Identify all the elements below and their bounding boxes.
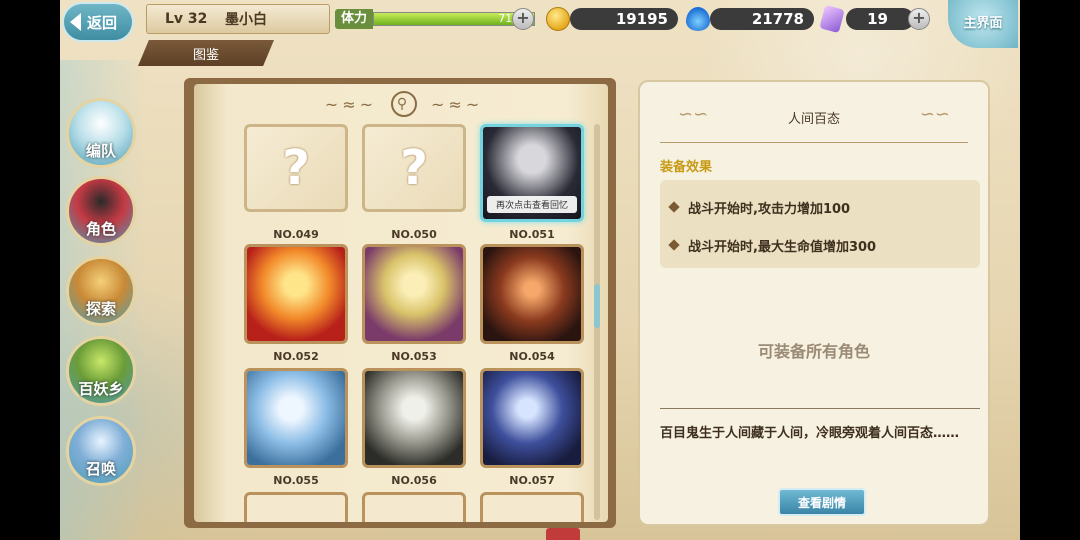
- card-049[interactable]: ?: [244, 124, 348, 212]
- card-number: NO.057: [509, 474, 555, 487]
- effect-item: 战斗开始时,攻击力增加100: [668, 188, 970, 226]
- sidebar-item-label: 百妖乡: [78, 380, 124, 398]
- card-portrait: [365, 247, 463, 341]
- home-label: 主界面: [963, 16, 1003, 31]
- collection-book: ~≈~ ⚲ ~≈~ ? NO.049 ? NO.050 再次点击查看回忆 NO.…: [184, 78, 616, 528]
- ornament-right-icon: ∽∽: [919, 104, 950, 125]
- sidebar-item-label: 编队: [85, 142, 116, 160]
- card-number: NO.054: [509, 350, 555, 363]
- scrollbar-thumb[interactable]: [594, 284, 600, 328]
- stamina-track: 71/71: [373, 12, 535, 26]
- card-number: NO.052: [273, 350, 319, 363]
- card-051[interactable]: 再次点击查看回忆: [480, 124, 584, 222]
- book-page: ~≈~ ⚲ ~≈~ ? NO.049 ? NO.050 再次点击查看回忆 NO.…: [194, 84, 608, 522]
- game-view: 返回 Lv 32 墨小白 图鉴 体力 71/71 + 19195 21778 1…: [60, 0, 1020, 540]
- divider: [660, 142, 968, 143]
- description: 百目鬼生于人间藏于人间，冷眼旁观着人间百态……: [660, 426, 960, 441]
- bookmark-tab: [546, 528, 580, 540]
- sidebar-item-team[interactable]: 编队: [66, 98, 136, 168]
- unknown-card-icon: ?: [282, 140, 310, 196]
- sidebar-item-label: 角色: [85, 220, 116, 238]
- player-profile[interactable]: Lv 32 墨小白: [146, 4, 330, 34]
- card-number: NO.053: [391, 350, 437, 363]
- card-portrait: [365, 371, 463, 465]
- sidebar-item-label: 召唤: [85, 460, 116, 478]
- card-050[interactable]: ?: [362, 124, 466, 212]
- crystal-counter: 19: [846, 8, 914, 30]
- page-title: 图鉴: [138, 40, 274, 66]
- stamina-label: 体力: [335, 9, 374, 29]
- book-header-ornament: ~≈~ ⚲ ~≈~: [274, 91, 534, 117]
- card-052[interactable]: [244, 244, 348, 344]
- crystal-value: 19: [867, 10, 888, 28]
- sidebar-item-summon[interactable]: 召唤: [66, 416, 136, 486]
- back-button[interactable]: 返回: [62, 2, 134, 42]
- effect-item: 战斗开始时,最大生命值增加300: [668, 226, 970, 264]
- keyhole-icon: ⚲: [391, 91, 417, 117]
- card-number: NO.049: [273, 228, 319, 241]
- equip-note: 可装备所有角色: [757, 342, 870, 361]
- view-story-label: 查看剧情: [797, 495, 846, 510]
- player-name: 墨小白: [225, 12, 267, 28]
- card-partial[interactable]: [480, 492, 584, 522]
- card-partial[interactable]: [362, 492, 466, 522]
- card-number: NO.056: [391, 474, 437, 487]
- ornament-left-icon: ~≈~: [324, 94, 377, 114]
- detail-panel: ∽∽ 人间百态 ∽∽ 装备效果 战斗开始时,攻击力增加100 战斗开始时,最大生…: [638, 80, 990, 526]
- ornament-right-icon: ~≈~: [431, 94, 484, 114]
- crystal-icon: [819, 4, 845, 34]
- card-portrait: [483, 371, 581, 465]
- scrollbar[interactable]: [594, 124, 600, 520]
- soul-flame-icon: [686, 7, 710, 31]
- sidebar-item-label: 探索: [85, 300, 116, 318]
- card-number: NO.051: [509, 228, 555, 241]
- card-partial[interactable]: [244, 492, 348, 522]
- unknown-card-icon: ?: [400, 140, 428, 196]
- sidebar-item-village[interactable]: 百妖乡: [66, 336, 136, 406]
- card-tip: 再次点击查看回忆: [487, 196, 577, 213]
- player-level: Lv 32: [165, 11, 208, 27]
- card-054[interactable]: [480, 244, 584, 344]
- card-portrait: [247, 247, 345, 341]
- screen: 返回 Lv 32 墨小白 图鉴 体力 71/71 + 19195 21778 1…: [0, 0, 1080, 540]
- add-stamina-button[interactable]: +: [512, 8, 534, 30]
- effects-heading: 装备效果: [660, 160, 713, 175]
- soul-flame-counter: 21778: [710, 8, 814, 30]
- effects-box: 战斗开始时,攻击力增加100 战斗开始时,最大生命值增加300: [660, 180, 980, 268]
- effect-text: 战斗开始时,攻击力增加100: [688, 201, 851, 217]
- effect-text: 战斗开始时,最大生命值增加300: [688, 239, 877, 255]
- card-portrait: [483, 247, 581, 341]
- coin-counter: 19195: [570, 8, 678, 30]
- card-057[interactable]: [480, 368, 584, 468]
- coin-icon: [546, 7, 570, 31]
- card-053[interactable]: [362, 244, 466, 344]
- back-label: 返回: [87, 13, 118, 32]
- back-arrow-icon: [70, 13, 81, 31]
- card-portrait: [247, 371, 345, 465]
- sidebar-item-explore[interactable]: 探索: [66, 256, 136, 326]
- stamina-bar: 体力 71/71: [335, 8, 535, 30]
- card-number: NO.050: [391, 228, 437, 241]
- add-crystal-button[interactable]: +: [908, 8, 930, 30]
- card-grid: ? NO.049 ? NO.050 再次点击查看回忆 NO.051 NO.052: [244, 124, 604, 522]
- card-number: NO.055: [273, 474, 319, 487]
- card-055[interactable]: [244, 368, 348, 468]
- soul-flame-value: 21778: [751, 10, 804, 28]
- sidebar-item-characters[interactable]: 角色: [66, 176, 136, 246]
- diamond-bullet-icon: [668, 201, 680, 213]
- divider: [660, 408, 980, 409]
- view-story-button[interactable]: 查看剧情: [778, 488, 866, 516]
- card-056[interactable]: [362, 368, 466, 468]
- home-button[interactable]: 主界面: [948, 0, 1018, 48]
- coin-value: 19195: [615, 10, 668, 28]
- diamond-bullet-icon: [668, 239, 680, 251]
